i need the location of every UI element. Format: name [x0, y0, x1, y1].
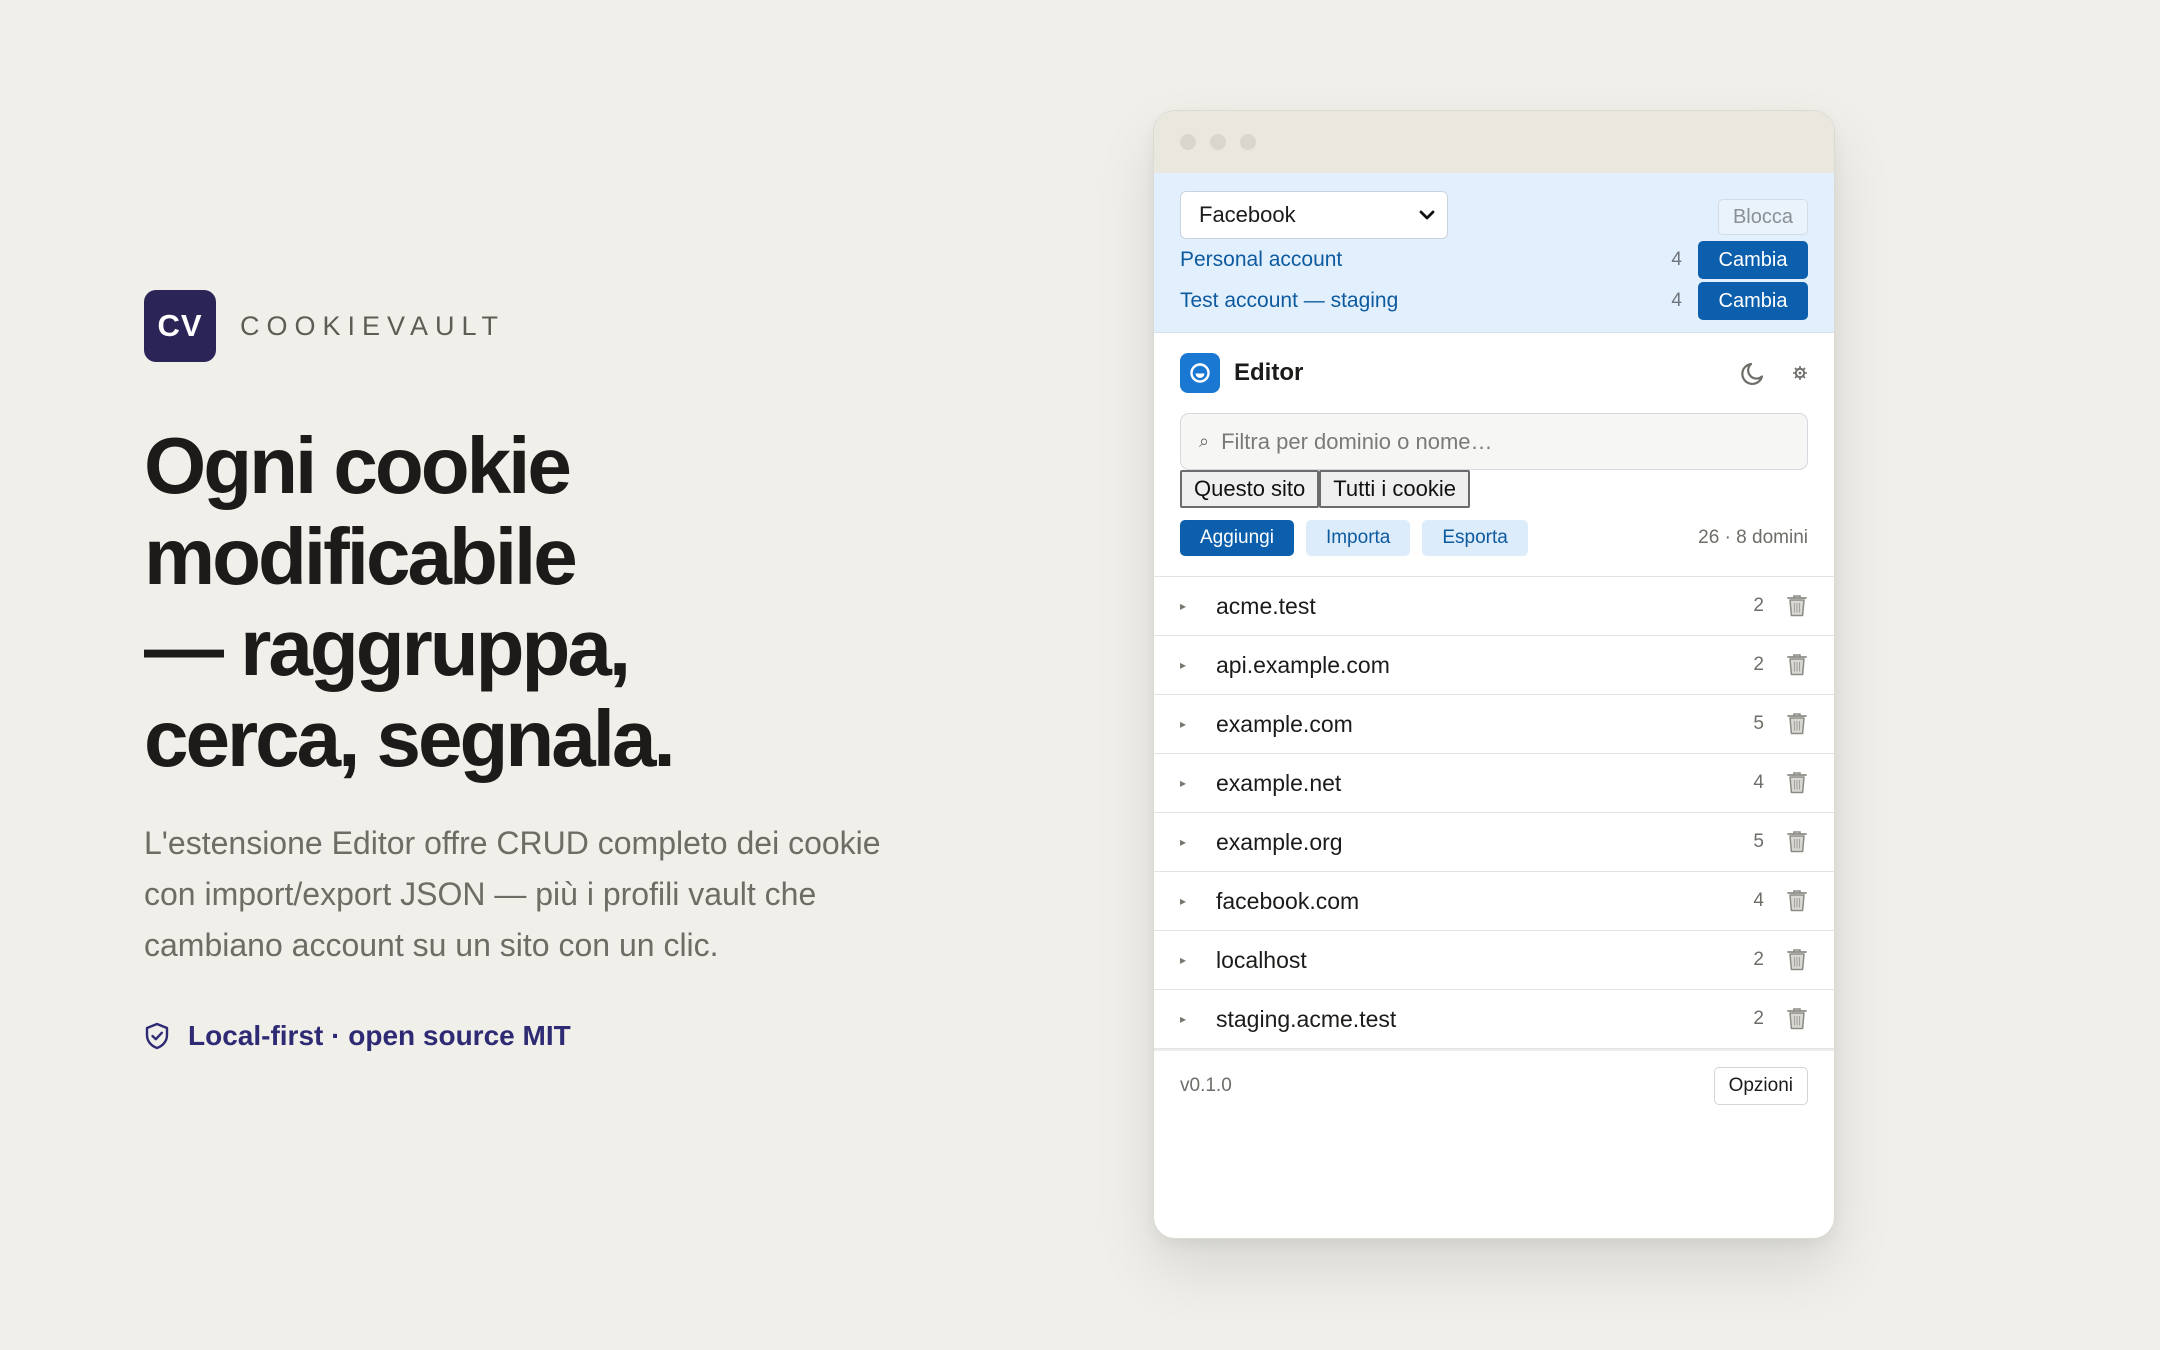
shield-check-icon	[145, 1022, 169, 1050]
brand-name: COOKIEVAULT	[240, 310, 506, 341]
editor-title: Editor	[1234, 359, 1304, 386]
domain-row[interactable]: ▸ staging.acme.test 2	[1154, 990, 1834, 1049]
domain-name[interactable]: acme.test	[1216, 593, 1734, 620]
switch-account-button[interactable]: Cambia	[1698, 282, 1808, 320]
account-cookie-count: 4	[1671, 249, 1682, 270]
expand-triangle-icon[interactable]: ▸	[1180, 658, 1190, 672]
scope-toggle: Questo sito Tutti i cookie	[1180, 470, 1808, 508]
trash-icon[interactable]	[1786, 771, 1808, 795]
tab-all-cookies[interactable]: Tutti i cookie	[1319, 470, 1470, 508]
moon-icon[interactable]	[1740, 359, 1768, 387]
domain-name[interactable]: staging.acme.test	[1216, 1006, 1734, 1033]
headline-line: Ogni cookie	[144, 421, 572, 510]
vault-account-row: Test account — staging 4 Cambia	[1180, 282, 1808, 320]
search-icon: ⌕	[1199, 431, 1210, 451]
domain-name[interactable]: example.org	[1216, 829, 1734, 856]
switch-account-button[interactable]: Cambia	[1698, 241, 1808, 279]
gear-icon[interactable]	[1792, 365, 1808, 381]
domain-cookie-count: 2	[1753, 1008, 1764, 1029]
trash-icon[interactable]	[1786, 830, 1808, 854]
domain-row[interactable]: ▸ localhost 2	[1154, 931, 1834, 990]
trash-icon[interactable]	[1786, 594, 1808, 618]
version-label: v0.1.0	[1180, 1075, 1232, 1096]
editor-logo-icon	[1180, 353, 1220, 393]
expand-triangle-icon[interactable]: ▸	[1180, 1012, 1190, 1026]
hero-headline: Ogni cookie modificabile — raggruppa, ce…	[144, 420, 864, 784]
headline-line: cerca, segnala.	[144, 694, 676, 783]
import-button[interactable]: Importa	[1305, 520, 1411, 556]
domain-row[interactable]: ▸ facebook.com 4	[1154, 872, 1834, 931]
domain-row[interactable]: ▸ api.example.com 2	[1154, 636, 1834, 695]
editor-actions: Aggiungi Importa Esporta 26 · 8 domini	[1180, 520, 1808, 556]
site-select-value: Facebook	[1199, 202, 1296, 227]
domain-cookie-count: 2	[1753, 949, 1764, 970]
search-placeholder: Filtra per dominio o nome…	[1221, 428, 1493, 454]
domain-cookie-count: 4	[1753, 890, 1764, 911]
cookie-summary: 26 · 8 domini	[1698, 527, 1808, 548]
domain-cookie-count: 4	[1753, 772, 1764, 793]
window-zoom-dot[interactable]	[1240, 134, 1256, 150]
vault-panel: Facebook Blocca Personal account 4 Cambi…	[1154, 173, 1834, 333]
tab-this-site[interactable]: Questo sito	[1180, 470, 1320, 508]
trash-icon[interactable]	[1786, 889, 1808, 913]
extension-popup-window: Facebook Blocca Personal account 4 Cambi…	[1153, 110, 1835, 1239]
block-button[interactable]: Blocca	[1717, 199, 1808, 235]
account-cookie-count: 4	[1671, 290, 1682, 311]
domain-name[interactable]: example.com	[1216, 711, 1734, 738]
window-titlebar	[1154, 111, 1834, 173]
expand-triangle-icon[interactable]: ▸	[1180, 776, 1190, 790]
license-badge: Local-first · open source MIT	[144, 1020, 571, 1052]
chevron-down-icon	[1419, 210, 1435, 220]
editor-header: Editor	[1154, 333, 1834, 413]
domain-cookie-count: 2	[1753, 654, 1764, 675]
license-text: Local-first · open source MIT	[188, 1020, 571, 1051]
domain-name[interactable]: api.example.com	[1216, 652, 1734, 679]
popup-footer: v0.1.0 Opzioni	[1154, 1049, 1834, 1121]
expand-triangle-icon[interactable]: ▸	[1180, 599, 1190, 613]
domain-name[interactable]: facebook.com	[1216, 888, 1734, 915]
domain-cookie-count: 2	[1753, 595, 1764, 616]
add-cookie-button[interactable]: Aggiungi	[1180, 520, 1294, 556]
account-name[interactable]: Personal account	[1180, 248, 1671, 272]
options-button[interactable]: Opzioni	[1713, 1067, 1808, 1105]
window-minimize-dot[interactable]	[1210, 134, 1226, 150]
expand-triangle-icon[interactable]: ▸	[1180, 894, 1190, 908]
trash-icon[interactable]	[1786, 1007, 1808, 1031]
domain-cookie-count: 5	[1753, 713, 1764, 734]
export-button[interactable]: Esporta	[1422, 520, 1528, 556]
site-select[interactable]: Facebook	[1180, 191, 1448, 239]
domain-row[interactable]: ▸ example.net 4	[1154, 754, 1834, 813]
domain-name[interactable]: localhost	[1216, 947, 1734, 974]
trash-icon[interactable]	[1786, 653, 1808, 677]
hero-description: L'estensione Editor offre CRUD completo …	[144, 825, 881, 963]
brand: CV COOKIEVAULT	[144, 290, 505, 362]
search-input[interactable]: ⌕ Filtra per dominio o nome…	[1180, 413, 1808, 470]
trash-icon[interactable]	[1786, 712, 1808, 736]
headline-line: modificabile	[144, 512, 578, 601]
headline-line: — raggruppa,	[144, 603, 631, 692]
domain-list: ▸ acme.test 2 ▸ api.example.com 2 ▸ example.com…	[1154, 576, 1834, 1049]
window-close-dot[interactable]	[1180, 134, 1196, 150]
expand-triangle-icon[interactable]: ▸	[1180, 717, 1190, 731]
expand-triangle-icon[interactable]: ▸	[1180, 835, 1190, 849]
domain-row[interactable]: ▸ acme.test 2	[1154, 577, 1834, 636]
trash-icon[interactable]	[1786, 948, 1808, 972]
domain-cookie-count: 5	[1753, 831, 1764, 852]
vault-account-row: Personal account 4 Cambia	[1180, 241, 1808, 279]
domain-name[interactable]: example.net	[1216, 770, 1734, 797]
account-name[interactable]: Test account — staging	[1180, 289, 1671, 313]
expand-triangle-icon[interactable]: ▸	[1180, 953, 1190, 967]
brand-logo: CV	[144, 290, 216, 362]
domain-row[interactable]: ▸ example.com 5	[1154, 695, 1834, 754]
editor-header-icons	[1740, 359, 1808, 387]
domain-row[interactable]: ▸ example.org 5	[1154, 813, 1834, 872]
